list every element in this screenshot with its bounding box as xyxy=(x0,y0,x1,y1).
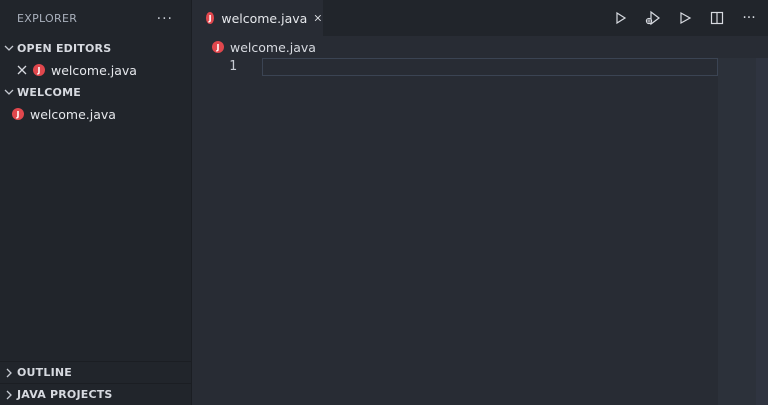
tab-bar: J welcome.java ··· xyxy=(192,0,768,36)
java-file-icon: J xyxy=(212,41,224,53)
editor-area: J welcome.java ··· J welcome.java 1 xyxy=(192,0,768,405)
section-outline-label: OUTLINE xyxy=(17,366,73,379)
sidebar-bottom-sections: OUTLINE JAVA PROJECTS xyxy=(0,361,192,405)
section-welcome-label: WELCOME xyxy=(17,85,81,99)
vscode-window: EXPLORER ··· OPEN EDITORS J welcome.java… xyxy=(0,0,768,405)
editor-actions: ··· xyxy=(612,0,758,36)
debug-run-icon[interactable] xyxy=(644,9,662,27)
chevron-down-icon xyxy=(4,89,14,95)
chevron-right-icon xyxy=(6,390,12,399)
code-editor[interactable]: 1 xyxy=(192,58,768,405)
more-icon[interactable]: ··· xyxy=(740,9,758,27)
close-icon[interactable] xyxy=(313,11,323,25)
vertical-scrollbar[interactable] xyxy=(756,58,768,405)
section-open-editors-label: OPEN EDITORS xyxy=(17,41,112,55)
run-icon[interactable] xyxy=(612,9,630,27)
chevron-down-icon xyxy=(4,45,14,51)
close-icon[interactable] xyxy=(15,63,29,77)
breadcrumb-file[interactable]: welcome.java xyxy=(230,40,316,55)
tab-welcome-java[interactable]: J welcome.java xyxy=(192,0,323,36)
workspace-file-item[interactable]: J welcome.java xyxy=(0,103,191,125)
run-alt-icon[interactable] xyxy=(676,9,694,27)
explorer-sidebar: EXPLORER ··· OPEN EDITORS J welcome.java… xyxy=(0,0,192,405)
section-outline[interactable]: OUTLINE xyxy=(0,361,192,383)
java-file-icon: J xyxy=(206,12,215,24)
explorer-more-icon[interactable]: ··· xyxy=(157,11,173,27)
tab-label: welcome.java xyxy=(221,10,308,26)
section-java-projects-label: JAVA PROJECTS xyxy=(17,388,113,401)
explorer-header: EXPLORER ··· xyxy=(0,0,191,37)
split-editor-icon[interactable] xyxy=(708,9,726,27)
breadcrumb[interactable]: J welcome.java xyxy=(192,36,768,58)
open-editor-item[interactable]: J welcome.java xyxy=(0,59,191,81)
line-number: 1 xyxy=(229,59,237,74)
current-line-highlight[interactable] xyxy=(262,58,718,76)
section-welcome[interactable]: WELCOME xyxy=(0,81,191,103)
chevron-right-icon xyxy=(6,368,12,377)
workspace-file-name: welcome.java xyxy=(30,106,116,122)
open-editor-file-name: welcome.java xyxy=(51,62,137,78)
java-file-icon: J xyxy=(33,64,45,76)
section-java-projects[interactable]: JAVA PROJECTS xyxy=(0,383,192,405)
java-file-icon: J xyxy=(12,108,24,120)
section-open-editors[interactable]: OPEN EDITORS xyxy=(0,37,191,59)
explorer-title: EXPLORER xyxy=(17,12,78,25)
